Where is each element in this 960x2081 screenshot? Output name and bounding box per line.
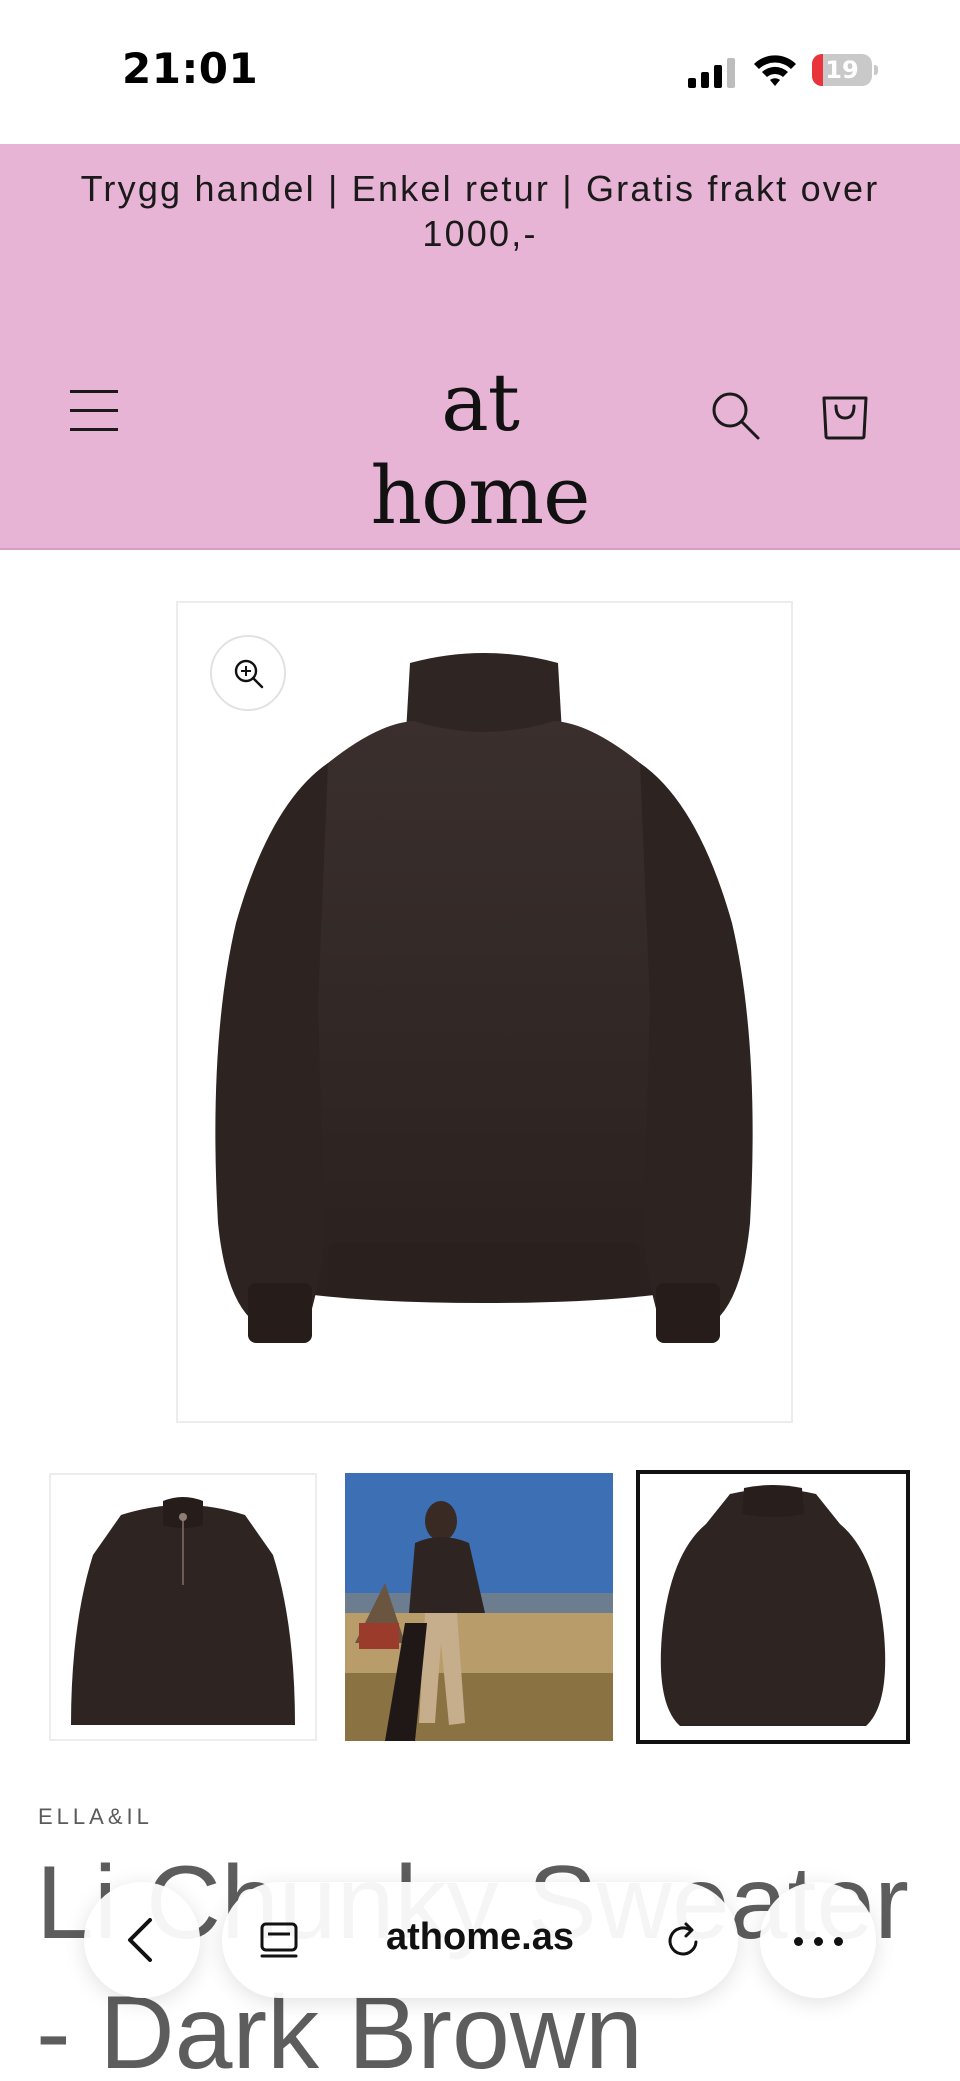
status-bar: 21:01 19 (0, 0, 960, 144)
zoom-in-icon[interactable] (210, 635, 286, 711)
url-text[interactable]: athome.as (322, 1916, 638, 1959)
wifi-icon (754, 55, 796, 86)
back-button[interactable] (84, 1882, 200, 1998)
store-logo[interactable]: at home (320, 356, 640, 542)
chevron-left-icon (128, 1918, 152, 1962)
site-header: at home (0, 296, 960, 550)
cart-icon[interactable] (818, 384, 872, 442)
browser-toolbar: athome.as (0, 1870, 960, 2000)
more-icon[interactable] (760, 1882, 876, 1998)
battery-icon: 19 (812, 54, 878, 86)
product-vendor: ELLA&IL (38, 1804, 153, 1829)
reload-icon[interactable] (660, 1918, 706, 1964)
sweater-image (215, 653, 753, 1343)
thumbnail-image (660, 1485, 886, 1726)
address-bar[interactable]: athome.as (222, 1882, 738, 1998)
thumbnail-image (345, 1473, 613, 1741)
hamburger-menu-icon[interactable] (70, 388, 120, 432)
tabs-icon[interactable] (256, 1918, 302, 1964)
battery-level: 19 (825, 56, 859, 84)
thumbnail-1[interactable] (49, 1473, 317, 1741)
announcement-bar: Trygg handel | Enkel retur | Gratis frak… (0, 144, 960, 296)
thumbnail-2[interactable] (345, 1473, 613, 1741)
announcement-text: Trygg handel | Enkel retur | Gratis frak… (80, 168, 880, 254)
search-icon[interactable] (708, 388, 762, 442)
thumbnail-image (71, 1497, 295, 1725)
thumbnail-3-selected[interactable] (636, 1470, 910, 1744)
status-time: 21:01 (122, 44, 259, 93)
product-main-image[interactable] (176, 601, 793, 1423)
cellular-signal-icon (688, 58, 735, 88)
